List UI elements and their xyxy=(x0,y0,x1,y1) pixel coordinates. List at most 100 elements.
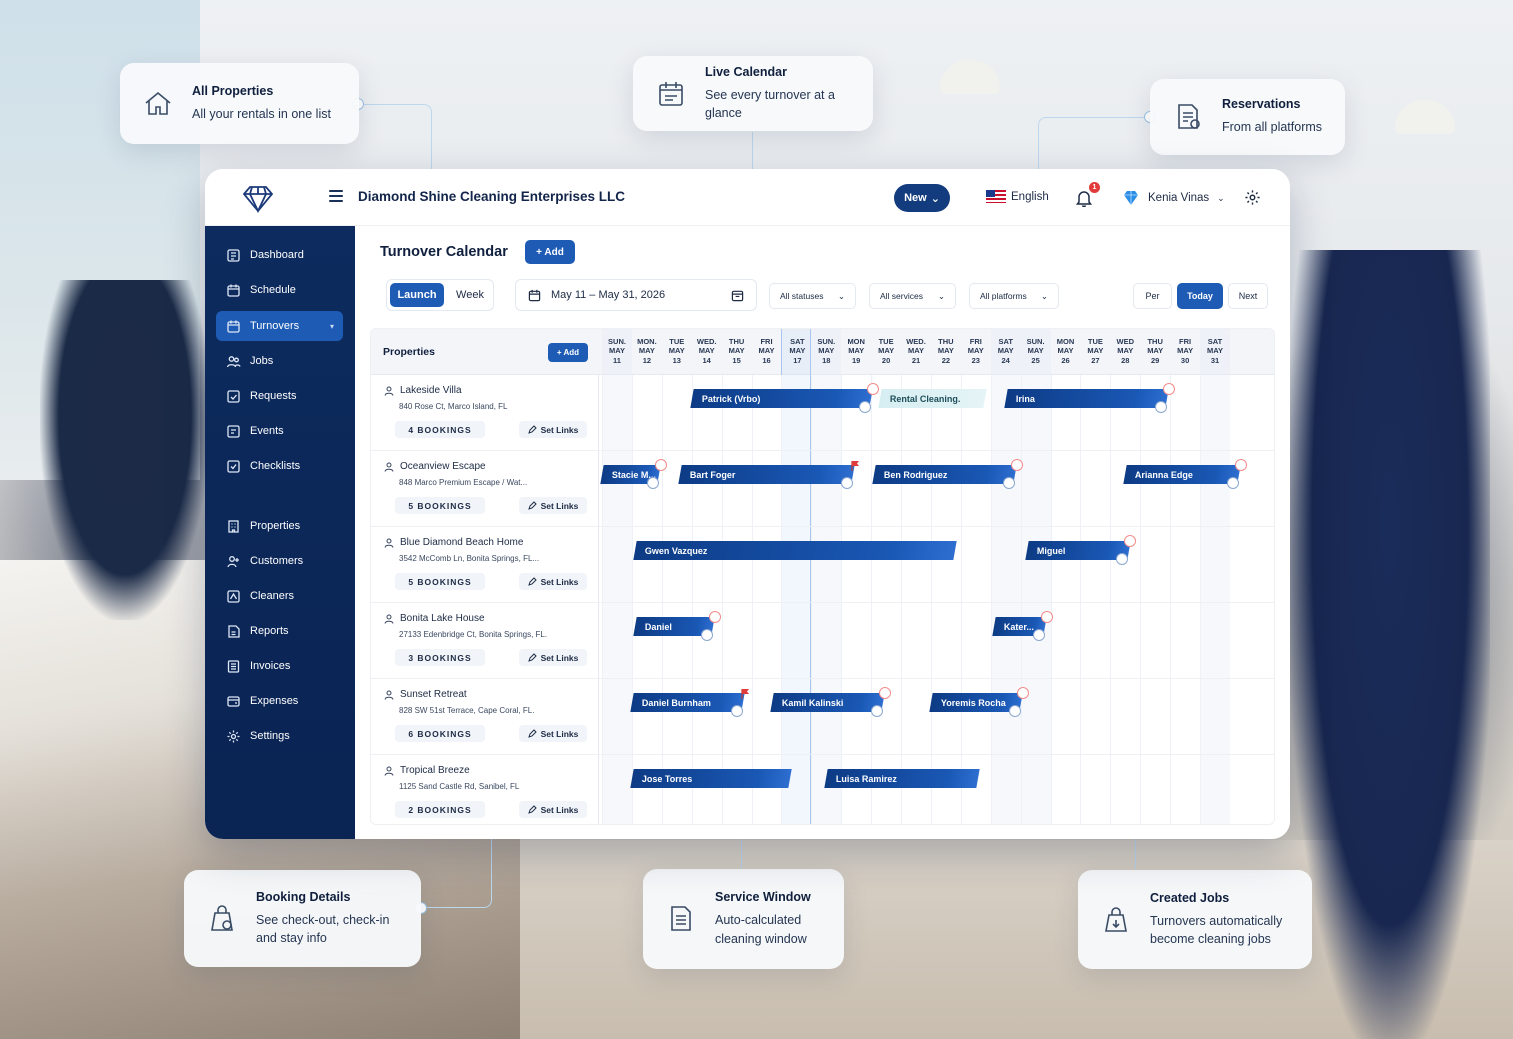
flag-icon[interactable] xyxy=(1010,459,1023,471)
calendar-badge-icon[interactable] xyxy=(1002,477,1015,489)
booking-bar[interactable]: Rental Cleaning. xyxy=(878,389,987,408)
booking-bar[interactable]: Luisa Ramirez xyxy=(824,769,981,788)
flag-icon[interactable] xyxy=(1163,383,1176,395)
new-button[interactable]: New ⌄ xyxy=(894,184,950,212)
week-view-button[interactable]: Week xyxy=(447,280,493,310)
booking-bar[interactable]: Gwen Vazquez xyxy=(633,541,957,560)
booking-bar[interactable]: Daniel Burnham xyxy=(630,693,745,712)
property-name[interactable]: Blue Diamond Beach Home xyxy=(384,537,523,548)
sidebar-item-settings[interactable]: Settings xyxy=(216,721,343,751)
flag-icon[interactable] xyxy=(1016,687,1029,699)
booking-bar[interactable]: Arianna Edge xyxy=(1123,465,1241,484)
launch-view-button[interactable]: Launch xyxy=(390,283,444,307)
bookings-count[interactable]: 2 BOOKINGS xyxy=(395,801,485,818)
add-turnover-button[interactable]: + Add xyxy=(525,240,575,264)
flag-icon[interactable] xyxy=(849,459,861,471)
flag-icon[interactable] xyxy=(739,687,751,699)
bookings-count[interactable]: 6 BOOKINGS xyxy=(395,725,485,742)
day-month: MAY xyxy=(668,346,685,356)
flag-icon[interactable] xyxy=(1040,611,1053,623)
cleaners-icon xyxy=(227,589,240,603)
calendar-badge-icon[interactable] xyxy=(1008,705,1021,717)
language-selector[interactable]: English xyxy=(986,190,1049,203)
property-name[interactable]: Sunset Retreat xyxy=(384,689,467,700)
flag-icon[interactable] xyxy=(867,383,880,395)
previous-button[interactable]: Per xyxy=(1133,283,1172,309)
sidebar-item-cleaners[interactable]: Cleaners xyxy=(216,581,343,611)
sidebar-item-invoices[interactable]: Invoices xyxy=(216,651,343,681)
calendar-badge-icon[interactable] xyxy=(646,477,659,489)
property-name[interactable]: Lakeside Villa xyxy=(384,385,462,396)
person-icon xyxy=(384,614,394,624)
property-address: 840 Rose Ct, Marco Island, FL xyxy=(399,402,508,411)
booking-bar[interactable]: Irina xyxy=(1003,389,1169,408)
status-filter[interactable]: All statuses ⌄ xyxy=(769,283,856,309)
day-number: 27 xyxy=(1091,355,1100,365)
bell-icon[interactable] xyxy=(1076,189,1092,207)
gear-icon[interactable] xyxy=(1244,189,1261,206)
sidebar-item-reports[interactable]: Reports xyxy=(216,616,343,646)
services-filter[interactable]: All services ⌄ xyxy=(869,283,956,309)
property-name[interactable]: Oceanview Escape xyxy=(384,461,486,472)
calendar-icon[interactable] xyxy=(731,289,744,302)
user-menu[interactable]: Kenia Vinas ⌄ xyxy=(1122,189,1225,207)
add-property-button[interactable]: + Add xyxy=(548,343,588,362)
set-links-button[interactable]: Set Links xyxy=(519,497,587,514)
calendar-badge-icon[interactable] xyxy=(871,705,884,717)
bookings-count[interactable]: 5 BOOKINGS xyxy=(395,573,485,590)
sidebar-item-properties[interactable]: Properties xyxy=(216,511,343,541)
pencil-icon xyxy=(527,425,537,434)
booking-bar[interactable]: Miguel xyxy=(1024,541,1130,560)
page-title: Turnover Calendar xyxy=(380,244,508,260)
set-links-button[interactable]: Set Links xyxy=(519,573,587,590)
property-name[interactable]: Bonita Lake House xyxy=(384,613,485,624)
sidebar-item-requests[interactable]: Requests xyxy=(216,381,343,411)
calendar-badge-icon[interactable] xyxy=(859,401,872,413)
sidebar-item-events[interactable]: Events xyxy=(216,416,343,446)
sidebar-item-expenses[interactable]: Expenses xyxy=(216,686,343,716)
calendar-badge-icon[interactable] xyxy=(1226,477,1239,489)
flag-icon[interactable] xyxy=(879,687,892,699)
set-links-button[interactable]: Set Links xyxy=(519,801,587,818)
bookings-count[interactable]: 5 BOOKINGS xyxy=(395,497,485,514)
day-of-week: MON. xyxy=(637,337,657,346)
set-links-button[interactable]: Set Links xyxy=(519,725,587,742)
sidebar-item-turnovers[interactable]: Turnovers ▾ xyxy=(216,311,343,341)
sidebar-item-dashboard[interactable]: Dashboard xyxy=(216,240,343,270)
flag-icon[interactable] xyxy=(1234,459,1247,471)
day-number: 19 xyxy=(852,355,861,365)
property-name[interactable]: Tropical Breeze xyxy=(384,765,470,776)
pencil-icon xyxy=(527,653,537,662)
calendar-badge-icon[interactable] xyxy=(700,629,713,641)
view-toggle: Launch Week xyxy=(386,279,494,311)
platforms-filter[interactable]: All platforms ⌄ xyxy=(969,283,1059,309)
set-links-button[interactable]: Set Links xyxy=(519,649,587,666)
sidebar-item-jobs[interactable]: Jobs xyxy=(216,346,343,376)
calendar-badge-icon[interactable] xyxy=(730,705,743,717)
next-button[interactable]: Next xyxy=(1228,283,1268,309)
booking-bar[interactable]: Bart Foger xyxy=(678,465,855,484)
bookings-count[interactable]: 4 BOOKINGS xyxy=(395,421,485,438)
day-of-week: WED xyxy=(1116,337,1135,346)
calendar-badge-icon[interactable] xyxy=(1155,401,1168,413)
today-button[interactable]: Today xyxy=(1177,283,1223,309)
app-window: Diamond Shine Cleaning Enterprises LLC N… xyxy=(205,169,1290,839)
day-month: MAY xyxy=(997,346,1014,356)
callout-subtitle: See check-out, check-in xyxy=(256,912,390,927)
set-links-button[interactable]: Set Links xyxy=(519,421,587,438)
flag-icon[interactable] xyxy=(708,611,721,623)
us-flag-icon xyxy=(986,190,1006,203)
booking-bar[interactable]: Patrick (Vrbo) xyxy=(690,389,873,408)
sidebar-item-schedule[interactable]: Schedule xyxy=(216,275,343,305)
booking-bar[interactable]: Kamil Kalinski xyxy=(770,693,885,712)
calendar-badge-icon[interactable] xyxy=(1032,629,1045,641)
booking-bar[interactable]: Jose Torres xyxy=(630,769,793,788)
menu-icon[interactable] xyxy=(329,190,343,202)
booking-bar[interactable]: Ben Rodriguez xyxy=(872,465,1017,484)
day-month: MAY xyxy=(789,346,806,356)
flag-icon[interactable] xyxy=(654,459,667,471)
sidebar-item-checklists[interactable]: Checklists xyxy=(216,451,343,481)
sidebar-item-customers[interactable]: Customers xyxy=(216,546,343,576)
date-range-picker[interactable]: May 11 – May 31, 2026 xyxy=(515,279,757,311)
bookings-count[interactable]: 3 BOOKINGS xyxy=(395,649,485,666)
